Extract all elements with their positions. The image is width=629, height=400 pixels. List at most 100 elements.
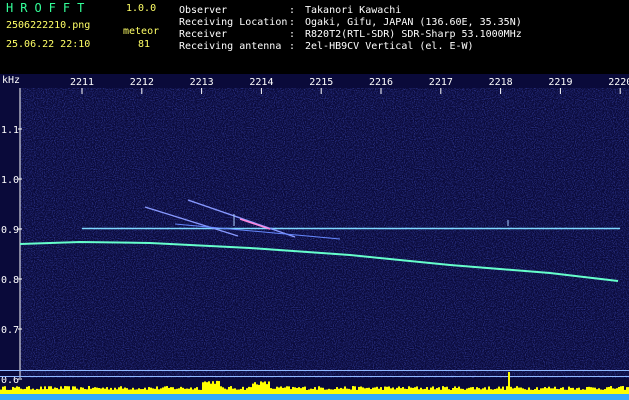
level-segment [138,388,140,394]
level-segment [516,386,518,394]
level-segment [268,381,270,394]
level-segment [172,387,174,394]
level-segment [420,387,422,394]
level-segment [180,386,182,394]
level-segment [612,388,614,394]
level-segment [590,387,592,394]
level-segment [60,386,62,394]
level-segment [540,388,542,394]
level-segment [204,381,206,394]
level-segment [316,389,318,394]
level-segment [100,388,102,394]
level-segment [498,386,500,394]
level-segment [586,387,588,394]
level-segment [530,389,532,394]
level-segment [370,389,372,394]
level-segment [494,389,496,394]
level-segment [386,386,388,394]
level-segment [46,389,48,394]
level-segment [594,387,596,394]
level-segment [258,384,260,394]
level-segment [58,389,60,394]
level-segment [84,389,86,394]
level-segment [82,387,84,394]
level-segment [42,389,44,394]
level-segment [550,388,552,394]
level-segment [348,388,350,394]
info-value-antenna: 2el-HB9CV Vertical (el. E-W) [305,41,474,52]
level-segment [394,389,396,394]
info-label-receiver: Receiver [179,29,228,40]
level-segment [448,389,450,394]
y-tick-label: 1.0 [1,175,19,186]
x-tick-label: 2211 [70,77,94,88]
level-segment [506,386,508,394]
level-segment [532,389,534,394]
level-segment [488,386,490,394]
level-segment [144,387,146,394]
level-segment [22,389,24,394]
level-segment [446,386,448,394]
level-segment [52,388,54,394]
level-segment [558,389,560,394]
level-segment [458,386,460,394]
level-segment [74,386,76,394]
level-segment [340,387,342,394]
level-segment [300,388,302,394]
level-segment [70,389,72,394]
filename-label: 2506222210.png [6,20,91,31]
level-segment [600,389,602,394]
level-segment [224,388,226,394]
level-segment [296,387,298,394]
level-segment [34,389,36,394]
level-segment [242,386,244,394]
level-segment [208,381,210,394]
level-segment [618,386,620,394]
level-segment [428,389,430,394]
level-segment [382,389,384,394]
level-segment [148,387,150,394]
level-segment [88,386,90,394]
level-segment [108,389,110,394]
level-segment [246,388,248,394]
header-panel: HROFFT 1.0.0 2506222210.png 25.06.22 22:… [0,0,629,74]
level-segment [416,386,418,394]
y-tick-label: 0.7 [1,325,19,336]
level-segment [476,387,478,394]
level-segment [80,387,82,394]
level-segment [350,389,352,394]
level-segment [358,386,360,394]
info-colon: : [289,41,296,52]
level-segment [136,389,138,394]
level-segment [210,383,212,394]
level-segment [114,387,116,394]
level-segment [36,388,38,394]
level-segment [624,389,626,394]
x-tick-label: 2217 [429,77,453,88]
level-segment [252,383,254,394]
level-segment [356,389,358,394]
level-segment [338,388,340,394]
level-segment [318,386,320,394]
level-segment [518,387,520,394]
level-segment [596,389,598,394]
level-segment [372,387,374,394]
level-segment [280,386,282,394]
level-segment [118,387,120,394]
level-segment [266,384,268,394]
level-segment [110,387,112,394]
level-segment [176,388,178,394]
level-segment [196,387,198,394]
level-segment [174,389,176,394]
level-segment [602,389,604,394]
level-segment [502,386,504,394]
level-segment [24,388,26,394]
level-segment [16,386,18,394]
level-segment [200,389,202,394]
level-segment [140,389,142,394]
level-segment [606,387,608,394]
x-tick-label: 2214 [249,77,273,88]
level-segment [552,388,554,394]
level-segment [520,387,522,394]
info-colon: : [289,5,296,16]
